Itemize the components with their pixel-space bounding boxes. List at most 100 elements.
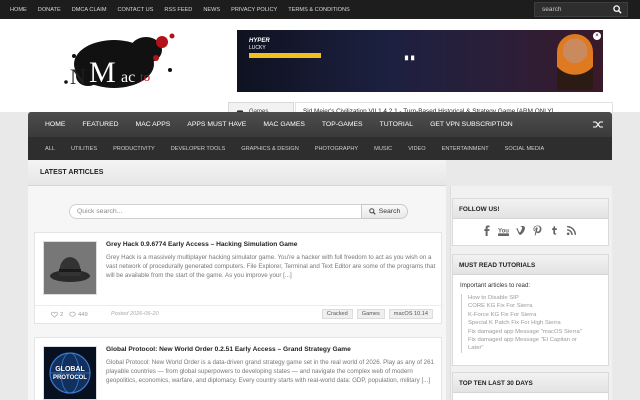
ad-brand-sub: LUCKY (249, 45, 266, 51)
topnav-rss-feed[interactable]: RSS FEED (164, 7, 192, 13)
must-read-item[interactable]: CORE KG Fix For Sierra (468, 302, 601, 310)
topnav-privacy-policy[interactable]: PRIVACY POLICY (231, 7, 277, 13)
subnav-developer-tools[interactable]: DEVELOPER TOOLS (171, 146, 226, 152)
logo-graphic: N M ac to (64, 33, 175, 89)
top-ten-title: TOP TEN LAST 30 DAYS (453, 373, 608, 393)
subnav-productivity[interactable]: PRODUCTIVITY (113, 146, 155, 152)
topnav-dmca-claim[interactable]: DMCA CLAIM (72, 7, 107, 13)
ad-brand: HYPER (249, 38, 270, 44)
must-read-intro: Important articles to read: (460, 282, 531, 289)
topnav-contact-us[interactable]: CONTACT US (118, 7, 154, 13)
tag-games[interactable]: Games (356, 309, 385, 319)
ad-figure-image (557, 34, 593, 90)
follow-us-box: FOLLOW US! You (452, 198, 609, 246)
subnav-all[interactable]: ALL (45, 146, 55, 152)
subnav-entertainment[interactable]: ENTERTAINMENT (442, 146, 489, 152)
heart-icon (51, 311, 58, 318)
site-logo[interactable]: N M ac to (52, 30, 192, 100)
svg-text:ac: ac (121, 69, 135, 86)
sub-nav: ALL UTILITIES PRODUCTIVITY DEVELOPER TOO… (28, 137, 612, 160)
globe-icon: GLOBAL PROTOCOL (44, 347, 96, 399)
follow-us-title: FOLLOW US! (453, 199, 608, 219)
tag-cracked[interactable]: Cracked (321, 309, 353, 319)
post-views-count: 449 (78, 311, 88, 318)
ad-bar (249, 53, 321, 58)
nav-mac-games[interactable]: MAC GAMES (263, 121, 305, 128)
must-read-box: MUST READ TUTORIALS Important articles t… (452, 254, 609, 366)
subnav-music[interactable]: MUSIC (374, 146, 392, 152)
post-excerpt: Grey Hack is a massively multiplayer hac… (106, 254, 436, 279)
post-thumbnail[interactable] (43, 241, 97, 295)
post-excerpt: Global Protocol: New World Order is a da… (106, 359, 434, 384)
tumblr-icon[interactable] (549, 225, 560, 236)
ad-glyph: ▘▘ (405, 56, 418, 65)
post-views: 449 (69, 311, 88, 318)
subnav-video[interactable]: VIDEO (408, 146, 425, 152)
svg-text:N: N (70, 64, 86, 89)
must-read-list: How to Disable SIP CORE KG Fix For Sierr… (461, 294, 601, 353)
tag-macos[interactable]: macOS 10.14 (388, 309, 433, 319)
search-icon[interactable] (613, 5, 622, 14)
latest-articles-header: LATEST ARTICLES (28, 160, 446, 186)
topnav-donate[interactable]: DONATE (38, 7, 61, 13)
top-bar: HOME DONATE DMCA CLAIM CONTACT US RSS FE… (0, 0, 640, 19)
post-likes-count: 2 (60, 311, 64, 318)
must-read-item[interactable]: Later" (468, 344, 601, 352)
post-thumbnail[interactable]: GLOBAL PROTOCOL (43, 346, 97, 400)
youtube-icon[interactable]: You (498, 225, 509, 236)
post-card: GLOBAL PROTOCOL Global Protocol: New Wor… (34, 337, 442, 400)
ad-background (237, 30, 603, 92)
site-header: N M ac to HYPER LUCKY ▘▘ × Games Sid Mei… (0, 19, 640, 121)
nav-apps-must-have[interactable]: APPS MUST HAVE (187, 121, 246, 128)
post-tags: Cracked Games macOS 10.14 (318, 309, 433, 319)
topnav-terms[interactable]: TERMS & CONDITIONS (288, 7, 350, 13)
must-read-title: MUST READ TUTORIALS (453, 255, 608, 275)
banner-ad[interactable]: HYPER LUCKY ▘▘ × (237, 30, 603, 92)
shuffle-icon[interactable] (593, 120, 603, 129)
subnav-utilities[interactable]: UTILITIES (71, 146, 97, 152)
nav-mac-apps[interactable]: MAC APPS (136, 121, 171, 128)
must-read-item[interactable]: K-Force KG Fix For Sierra (468, 311, 601, 319)
post-card: Grey Hack 0.9.6774 Early Access – Hackin… (34, 232, 443, 324)
must-read-item[interactable]: Special K Patch Fix For High Sierra (468, 319, 601, 327)
close-icon[interactable]: × (593, 32, 601, 40)
thumb-text-1: GLOBAL (55, 366, 85, 373)
nav-tutorial[interactable]: TUTORIAL (380, 121, 414, 128)
quick-search-button[interactable]: Search (361, 204, 408, 219)
must-read-item[interactable]: Fix damaged app Message "macOS Sierra" (468, 328, 601, 336)
top-nav: HOME DONATE DMCA CLAIM CONTACT US RSS FE… (10, 0, 361, 19)
thumb-text-2: PROTOCOL (53, 375, 87, 381)
hat-icon (44, 242, 96, 294)
comment-icon (69, 311, 76, 317)
must-read-item[interactable]: Fix damaged app Message "El Capitan or (468, 336, 601, 344)
quick-search: Search (69, 204, 408, 219)
svg-text:to: to (140, 69, 150, 84)
topnav-news[interactable]: NEWS (203, 7, 220, 13)
nav-home[interactable]: HOME (45, 121, 65, 128)
pinterest-icon[interactable] (532, 225, 543, 236)
quick-search-input[interactable] (69, 204, 362, 219)
post-title[interactable]: Global Protocol: New World Order 0.2.51 … (106, 346, 351, 353)
top-ten-box: TOP TEN LAST 30 DAYS (452, 372, 609, 400)
facebook-icon[interactable] (481, 225, 492, 236)
nav-vpn[interactable]: GET VPN SUBSCRIPTION (430, 121, 513, 128)
search-icon (368, 208, 376, 215)
rss-icon[interactable] (566, 225, 577, 236)
main-nav: HOME FEATURED MAC APPS APPS MUST HAVE MA… (28, 112, 612, 137)
subnav-photography[interactable]: PHOTOGRAPHY (315, 146, 358, 152)
topnav-home[interactable]: HOME (10, 7, 27, 13)
top-search (534, 2, 628, 17)
post-date: Posted 2026-06-20 (111, 311, 159, 317)
post-title[interactable]: Grey Hack 0.9.6774 Early Access – Hackin… (106, 241, 297, 248)
must-read-item[interactable]: How to Disable SIP (468, 294, 601, 302)
nav-featured[interactable]: FEATURED (82, 121, 118, 128)
post-likes[interactable]: 2 (51, 311, 63, 318)
top-search-input[interactable] (535, 3, 609, 16)
vimeo-icon[interactable] (515, 225, 526, 236)
subnav-graphics-design[interactable]: GRAPHICS & DESIGN (241, 146, 299, 152)
svg-text:M: M (89, 56, 116, 89)
quick-search-button-label: Search (378, 208, 401, 215)
nav-top-games[interactable]: TOP-GAMES (322, 121, 363, 128)
social-links: You (453, 219, 608, 236)
subnav-social-media[interactable]: SOCIAL MEDIA (505, 146, 545, 152)
